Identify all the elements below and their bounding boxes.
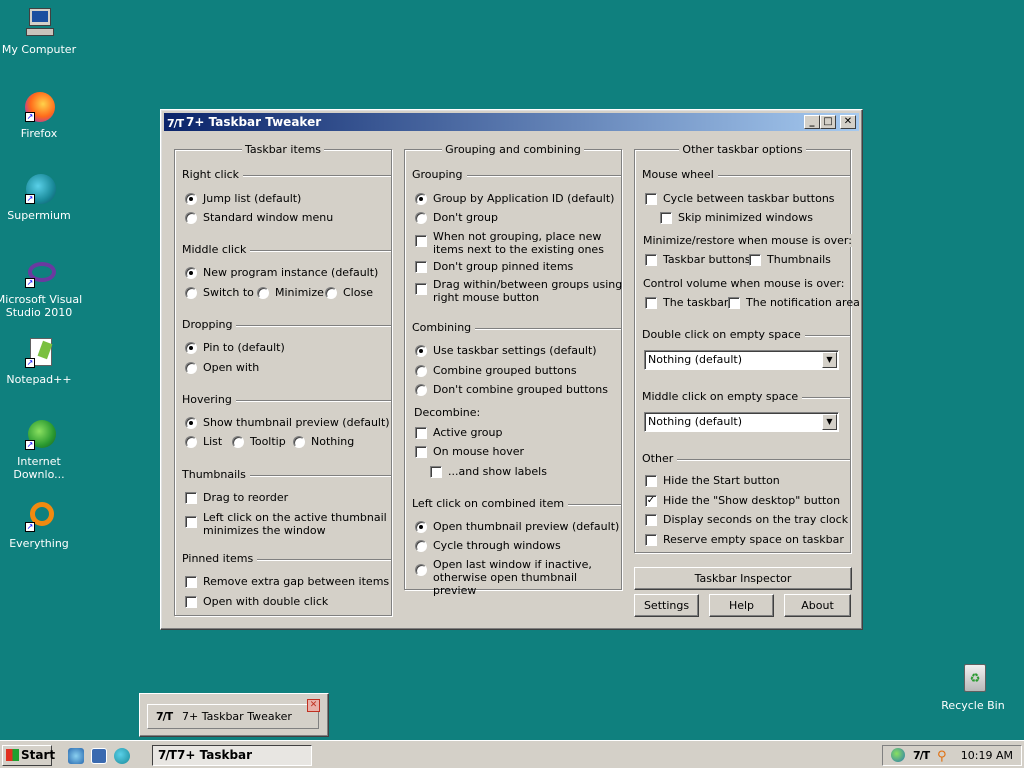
desktop-icon-everything[interactable]: ↗ Everything <box>0 500 84 550</box>
system-tray: 7/T ⚲ 10:19 AM <box>882 745 1022 766</box>
label-minimize-restore: Minimize/restore when mouse is over: <box>643 234 856 247</box>
taskbar-inspector-button[interactable]: Taskbar Inspector <box>634 567 852 590</box>
taskbar-item-label: 7+ Taskbar Tweaker <box>177 748 253 768</box>
section-thumbnails: Thumbnails <box>182 468 391 481</box>
desktop-icon-label: Recycle Bin <box>941 699 1005 712</box>
ie-quicklaunch-icon[interactable] <box>68 748 84 764</box>
help-button[interactable]: Help <box>709 594 774 617</box>
desktop-icon-label: Microsoft Visual Studio 2010 <box>0 293 83 319</box>
tray-clock[interactable]: 10:19 AM <box>961 749 1013 762</box>
everything-icon: ↗ <box>22 500 56 534</box>
desktop-icon-notepadpp[interactable]: ↗ Notepad++ <box>0 336 84 386</box>
maximize-button[interactable]: □ <box>820 115 836 129</box>
desktop-icon-label: My Computer <box>1 43 77 56</box>
visual-studio-icon: ↗ <box>22 256 56 290</box>
desktop-icon-supermium[interactable]: ↗ Supermium <box>0 172 84 222</box>
section-double-click: Double click on empty space <box>642 328 850 341</box>
desktop-icon-internet-download[interactable]: ↗ Internet Downlo... <box>0 418 84 481</box>
everything-tray-icon[interactable]: ⚲ <box>937 747 947 766</box>
desktop-icon-label: Firefox <box>20 127 58 140</box>
window-title: 7+ Taskbar Tweaker <box>186 115 322 129</box>
desktop-icon-label: Internet Downlo... <box>13 455 65 481</box>
app-logo-icon: 7/T <box>156 710 173 723</box>
notepadpp-icon: ↗ <box>22 336 56 370</box>
group-title: Taskbar items <box>241 143 325 156</box>
section-grouping: Grouping <box>412 168 621 181</box>
label-control-volume: Control volume when mouse is over: <box>643 277 849 290</box>
desktop-icon-visual-studio[interactable]: ↗ Microsoft Visual Studio 2010 <box>0 256 84 319</box>
firefox-icon: ↗ <box>22 90 56 124</box>
popup-close-icon[interactable]: ✕ <box>307 699 320 712</box>
window-titlebar[interactable]: 7/T 7+ Taskbar Tweaker _ □ ✕ <box>164 113 859 131</box>
checkbox-left-click-minimize[interactable]: Left click on the active thumbnail minim… <box>185 511 387 537</box>
section-mouse-wheel: Mouse wheel <box>642 168 850 181</box>
chevron-down-icon: ▼ <box>822 414 837 430</box>
chevron-down-icon: ▼ <box>822 352 837 368</box>
supermium-icon: ↗ <box>22 172 56 206</box>
section-combining: Combining <box>412 321 621 334</box>
group-title: Other taskbar options <box>679 143 806 156</box>
group-title: Grouping and combining <box>442 143 584 156</box>
tweaker-window: 7/T 7+ Taskbar Tweaker _ □ ✕ Taskbar ite… <box>160 109 863 630</box>
taskbar-item-tweaker[interactable]: 7/T 7+ Taskbar Tweaker <box>152 745 312 768</box>
close-button[interactable]: ✕ <box>840 115 856 129</box>
about-button[interactable]: About <box>784 594 851 617</box>
settings-button[interactable]: Settings <box>634 594 699 617</box>
section-dropping: Dropping <box>182 318 391 331</box>
group-grouping-combining: Grouping and combining Grouping Group by… <box>404 143 622 597</box>
desktop-icon-my-computer[interactable]: My Computer <box>0 6 84 56</box>
minimize-button[interactable]: _ <box>804 115 820 129</box>
computer-icon <box>22 6 56 40</box>
checkbox-place-new-items[interactable]: When not grouping, place new items next … <box>415 230 615 256</box>
thumbnail-label: 7+ Taskbar Tweaker <box>182 710 292 723</box>
section-pinned-items: Pinned items <box>182 552 391 565</box>
select-middle-click-action[interactable]: Nothing (default) ▼ <box>644 412 839 432</box>
desktop-icon-firefox[interactable]: ↗ Firefox <box>0 90 84 140</box>
select-double-click-action[interactable]: Nothing (default) ▼ <box>644 350 839 370</box>
group-taskbar-items: Taskbar items Right click Jump list (def… <box>174 143 392 616</box>
windows-logo-icon <box>6 749 19 761</box>
section-left-click-combined: Left click on combined item <box>412 497 621 510</box>
start-label: Start <box>21 748 56 762</box>
internet-download-icon: ↗ <box>22 418 56 452</box>
show-desktop-icon[interactable] <box>91 748 107 764</box>
desktop-icon-label: Supermium <box>7 209 71 222</box>
desktop-icon-recycle-bin[interactable]: ♻ Recycle Bin <box>928 662 1018 712</box>
section-middle-click: Middle click <box>182 243 391 256</box>
app-logo-icon: 7/T <box>158 748 177 762</box>
supermium-quicklaunch-icon[interactable] <box>114 748 130 764</box>
thumbnail-item[interactable]: 7/T 7+ Taskbar Tweaker <box>147 704 319 729</box>
tweaker-tray-icon[interactable]: 7/T <box>913 746 930 765</box>
section-middle-click-empty: Middle click on empty space <box>642 390 850 403</box>
network-icon[interactable] <box>891 748 905 762</box>
desktop-icon-label: Notepad++ <box>6 373 72 386</box>
section-other: Other <box>642 452 850 465</box>
checkbox-drag-right-mouse[interactable]: Drag within/between groups using right m… <box>415 278 622 304</box>
group-other-options: Other taskbar options Mouse wheel Cycle … <box>634 143 860 553</box>
taskbar-thumbnail-popup[interactable]: 7/T 7+ Taskbar Tweaker ✕ <box>139 693 329 737</box>
start-button[interactable]: Start <box>2 745 56 766</box>
recycle-bin-icon: ♻ <box>956 662 990 696</box>
section-decombine: Decombine: <box>414 406 485 419</box>
taskbar: Start 7/T 7+ Taskbar Tweaker 7/T ⚲ 10:19… <box>0 740 1024 768</box>
radio-open-last-window[interactable]: Open last window if inactive, otherwise … <box>415 558 620 597</box>
section-right-click: Right click <box>182 168 391 181</box>
section-hovering: Hovering <box>182 393 391 406</box>
desktop-icon-label: Everything <box>9 537 69 550</box>
app-logo-icon: 7/T <box>167 117 184 130</box>
